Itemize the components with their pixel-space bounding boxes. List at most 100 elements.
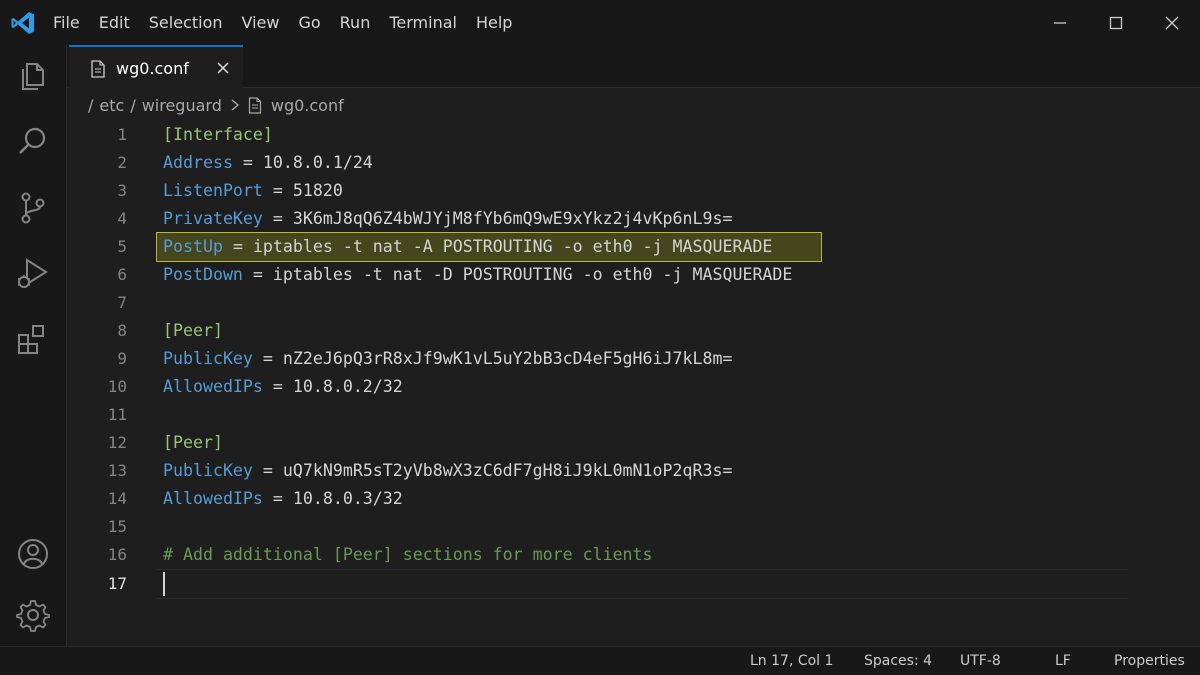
config-value: = uQ7kN9mR5sT2yVb8wX3zC6dF7gH8iJ9kL0mN1o… [252, 461, 733, 480]
code-line: 3 ListenPort = 51820 [67, 177, 1200, 205]
explorer-files-icon[interactable] [14, 57, 52, 95]
breadcrumb-wireguard[interactable]: wireguard [142, 96, 222, 115]
menu-go[interactable]: Go [298, 13, 320, 32]
file-icon [91, 60, 105, 78]
config-value: = 3K6mJ8qQ6Z4bWJYjM8fYb6mQ9wE9xYkz2j4vKp… [262, 209, 733, 228]
code-editor[interactable]: 1 [Interface] 2 Address = 10.8.0.1/24 3 … [67, 121, 1200, 611]
config-value: = 10.8.0.3/32 [262, 489, 403, 508]
line-number: 14 [107, 489, 127, 508]
search-icon[interactable] [14, 123, 52, 161]
menu-edit[interactable]: Edit [99, 13, 130, 32]
code-line: 17 [67, 570, 1200, 598]
status-bar: Ln 17, Col 1 Spaces: 4 UTF-8 LF Properti… [0, 646, 1200, 675]
vscode-logo-icon[interactable] [10, 10, 36, 36]
menu-bar: File Edit Selection View Go Run Terminal… [53, 0, 531, 45]
language-mode[interactable]: Properties [1114, 653, 1185, 669]
code-line: 5 PostUp = iptables -t nat -A POSTROUTIN… [67, 233, 1200, 261]
config-key: PublicKey [163, 461, 253, 480]
menu-selection[interactable]: Selection [149, 13, 223, 32]
config-value: = iptables -t nat -A POSTROUTING -o eth0… [222, 237, 773, 256]
line-number: 12 [107, 433, 127, 452]
breadcrumb: / etc / wireguard wg0.conf [88, 93, 344, 117]
gear-icon[interactable] [14, 596, 52, 634]
line-number: 9 [117, 349, 127, 368]
code-line: 11 [67, 401, 1200, 429]
menu-terminal[interactable]: Terminal [389, 13, 457, 32]
config-key: PostDown [163, 265, 243, 284]
config-value: = 10.8.0.2/32 [262, 377, 403, 396]
config-key: PostUp [163, 237, 223, 256]
code-line: 8 [Peer] [67, 317, 1200, 345]
line-number: 8 [117, 321, 127, 340]
code-line: 6 PostDown = iptables -t nat -D POSTROUT… [67, 261, 1200, 289]
config-value: = 10.8.0.1/24 [232, 153, 373, 172]
menu-run[interactable]: Run [340, 13, 371, 32]
code-line: 15 [67, 513, 1200, 541]
breadcrumb-etc[interactable]: etc [99, 96, 124, 115]
minimize-button[interactable] [1032, 0, 1088, 45]
indentation-setting[interactable]: Spaces: 4 [864, 653, 932, 669]
code-line: 16 # Add additional [Peer] sections for … [67, 541, 1200, 569]
tab-label: wg0.conf [116, 59, 189, 78]
activity-bar [0, 45, 67, 646]
line-number: 11 [107, 405, 127, 424]
breadcrumb-root[interactable]: / [88, 96, 93, 115]
line-number: 17 [107, 574, 127, 593]
line-number: 2 [117, 153, 127, 172]
breadcrumb-separator: / [130, 95, 136, 115]
config-value: = iptables -t nat -D POSTROUTING -o eth0… [242, 265, 793, 284]
code-line: 7 [67, 289, 1200, 317]
section-header: [Peer] [163, 321, 223, 340]
config-key: AllowedIPs [163, 377, 263, 396]
code-line: 12 [Peer] [67, 429, 1200, 457]
close-window-button[interactable] [1144, 0, 1200, 45]
line-number: 13 [107, 461, 127, 480]
config-key: AllowedIPs [163, 489, 263, 508]
config-value: = 51820 [262, 181, 343, 200]
code-line: 9 PublicKey = nZ2eJ6pQ3rR8xJf9wK1vL5uY2b… [67, 345, 1200, 373]
menu-view[interactable]: View [242, 13, 280, 32]
maximize-icon [1109, 16, 1123, 29]
config-value: = nZ2eJ6pQ3rR8xJf9wK1vL5uY2bB3cD4eF5gH6i… [252, 349, 733, 368]
line-number: 6 [117, 265, 127, 284]
section-header: [Peer] [163, 433, 223, 452]
line-number: 7 [117, 293, 127, 312]
section-header: [Interface] [163, 125, 273, 144]
tab-wg0-conf[interactable]: wg0.conf [69, 45, 243, 89]
close-icon [1165, 16, 1179, 29]
account-icon[interactable] [14, 535, 52, 573]
minimize-icon [1054, 21, 1066, 24]
menu-file[interactable]: File [53, 13, 80, 32]
line-number: 10 [107, 377, 127, 396]
code-line: 1 [Interface] [67, 121, 1200, 149]
code-comment: # Add additional [Peer] sections for mor… [163, 545, 653, 564]
title-bar: File Edit Selection View Go Run Terminal… [0, 0, 1200, 45]
config-key: ListenPort [163, 181, 263, 200]
cursor-position[interactable]: Ln 17, Col 1 [750, 653, 833, 669]
line-number: 16 [107, 545, 127, 564]
line-number: 15 [107, 517, 127, 536]
line-number: 4 [117, 209, 127, 228]
close-icon[interactable] [215, 60, 231, 76]
config-key: PublicKey [163, 349, 253, 368]
code-line: 2 Address = 10.8.0.1/24 [67, 149, 1200, 177]
line-ending[interactable]: LF [1055, 653, 1071, 669]
menu-help[interactable]: Help [476, 13, 512, 32]
breadcrumb-file[interactable]: wg0.conf [271, 96, 344, 115]
line-number: 5 [117, 237, 127, 256]
source-control-icon[interactable] [14, 189, 52, 227]
line-number: 3 [117, 181, 127, 200]
config-key: PrivateKey [163, 209, 263, 228]
run-debug-icon[interactable] [14, 255, 52, 293]
file-encoding[interactable]: UTF-8 [960, 653, 1001, 669]
code-line: 13 PublicKey = uQ7kN9mR5sT2yVb8wX3zC6dF7… [67, 457, 1200, 485]
file-icon [248, 96, 261, 114]
chevron-right-icon [231, 99, 239, 111]
tab-bar: wg0.conf [67, 45, 1200, 89]
extensions-icon[interactable] [14, 321, 52, 359]
config-key: Address [163, 153, 233, 172]
maximize-button[interactable] [1088, 0, 1144, 45]
code-line: 4 PrivateKey = 3K6mJ8qQ6Z4bWJYjM8fYb6mQ9… [67, 205, 1200, 233]
code-line: 10 AllowedIPs = 10.8.0.2/32 [67, 373, 1200, 401]
line-number: 1 [117, 125, 127, 144]
